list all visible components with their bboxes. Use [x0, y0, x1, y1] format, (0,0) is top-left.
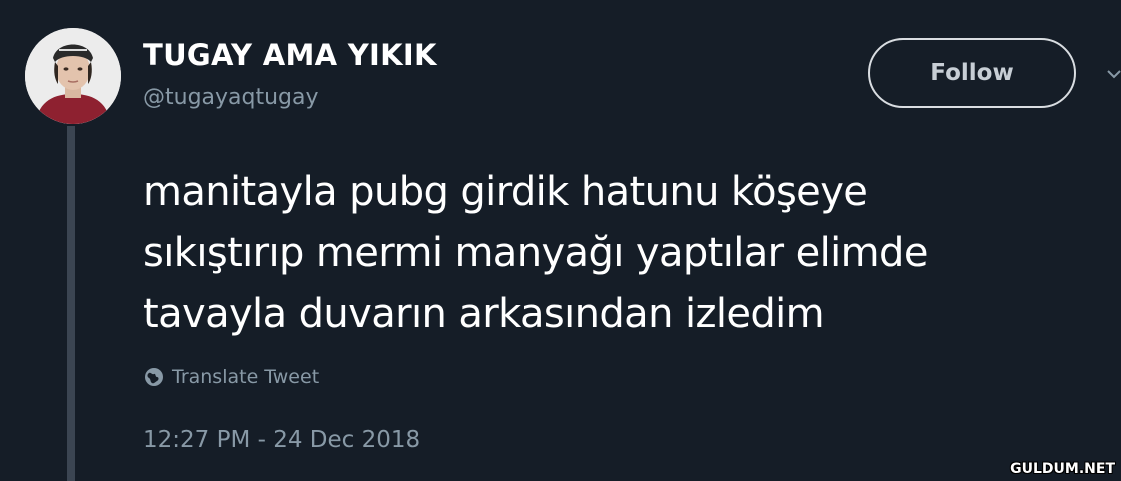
translate-tweet-link[interactable]: Translate Tweet — [144, 366, 319, 388]
avatar[interactable] — [25, 28, 121, 124]
watermark: GULDUM.NET — [1010, 461, 1115, 477]
tweet-timestamp[interactable]: 12:27 PM - 24 Dec 2018 — [143, 427, 420, 453]
thread-line — [67, 126, 75, 481]
tweet-text: manitayla pubg girdik hatunu köşeye sıkı… — [143, 169, 928, 337]
tweet-card: TUGAY AMA YIKIK @tugayaqtugay Follow man… — [0, 0, 1121, 481]
globe-icon — [145, 368, 163, 386]
follow-button[interactable]: Follow — [868, 38, 1076, 108]
chevron-down-icon[interactable] — [1107, 66, 1121, 80]
avatar-image — [25, 28, 121, 124]
display-name[interactable]: TUGAY AMA YIKIK — [143, 38, 437, 72]
user-handle[interactable]: @tugayaqtugay — [143, 85, 319, 110]
translate-label: Translate Tweet — [172, 366, 320, 388]
